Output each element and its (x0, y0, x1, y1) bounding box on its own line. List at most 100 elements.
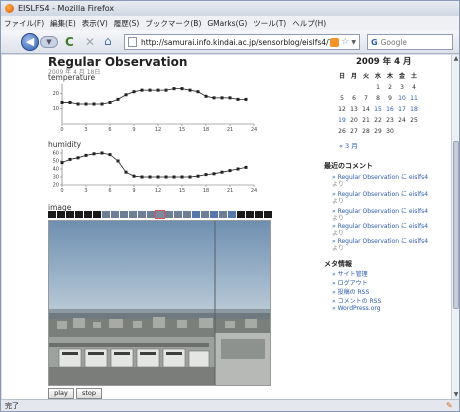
x-tick-label: 24 (251, 127, 257, 132)
comment-text[interactable]: Regular Observation に eislfs4 (338, 191, 428, 198)
meta-link-comments-rss[interactable]: » コメントの RSS (332, 296, 381, 305)
calendar-day: 8 (376, 95, 380, 102)
thumbnail[interactable] (111, 211, 119, 218)
vertical-scrollbar[interactable]: ▲ ▼ (451, 55, 459, 399)
menu-gmarks[interactable]: GMarks(G) (207, 19, 247, 28)
thumbnail[interactable] (66, 211, 74, 218)
calendar-day-link[interactable]: 19 (336, 115, 348, 126)
bookmark-star-icon[interactable]: ☆ (341, 37, 349, 47)
thumbnail[interactable] (147, 211, 155, 218)
calendar-week: 12 13 14 15 16 17 18 (336, 104, 422, 115)
x-tick-label: 18 (203, 188, 209, 193)
menu-bar: ファイル(F) 編集(E) 表示(V) 履歴(S) ブックマーク(B) GMar… (1, 16, 459, 30)
thumbnail[interactable] (174, 211, 182, 218)
menu-file[interactable]: ファイル(F) (4, 18, 44, 29)
calendar-day-link[interactable]: 15 (372, 104, 384, 115)
meta-link-text[interactable]: WordPress.org (338, 305, 381, 312)
url-bar[interactable]: http://samurai.info.kindai.ac.jp/sensorb… (124, 34, 360, 50)
meta-link-wordpress[interactable]: » WordPress.org (332, 305, 381, 312)
thumbnail[interactable] (84, 211, 92, 218)
data-point (212, 172, 216, 176)
url-dropdown-icon[interactable]: ▼ (351, 39, 356, 46)
thumbnail[interactable] (237, 211, 245, 218)
search-box[interactable]: G ⌕ (367, 34, 460, 50)
calendar-day-link[interactable]: 16 (384, 104, 396, 115)
play-button[interactable]: play (48, 388, 74, 399)
comment-text[interactable]: Regular Observation に eislfs4 (338, 174, 428, 181)
stop-icon[interactable]: ✕ (85, 35, 95, 49)
thumbnail[interactable] (246, 211, 254, 218)
thumbnail[interactable] (102, 211, 110, 218)
menu-history[interactable]: 履歴(S) (114, 18, 140, 29)
recent-comment-link[interactable]: » Regular Observation に eislfs4 (332, 236, 428, 245)
menu-bookmarks[interactable]: ブックマーク(B) (145, 18, 201, 29)
google-icon[interactable]: G (371, 38, 378, 47)
menu-tools[interactable]: ツール(T) (253, 18, 286, 29)
forward-button[interactable]: ▼ (40, 36, 58, 48)
thumbnail[interactable] (138, 211, 146, 218)
scroll-thumb[interactable] (453, 141, 459, 309)
thumbnail[interactable] (219, 211, 227, 218)
scroll-down-icon[interactable]: ▼ (452, 391, 460, 399)
rss-icon[interactable] (330, 37, 340, 47)
thumbnail[interactable] (57, 211, 65, 218)
home-icon[interactable]: ⌂ (104, 34, 112, 48)
meta-link-text[interactable]: サイト管理 (338, 271, 368, 278)
thumbnail[interactable] (165, 211, 173, 218)
comment-text[interactable]: Regular Observation に eislfs4 (338, 208, 428, 215)
data-point (148, 175, 152, 179)
meta-link-text[interactable]: コメントの RSS (338, 298, 382, 305)
calendar-day: 28 (362, 128, 370, 135)
thumbnail[interactable] (228, 211, 236, 218)
meta-link-logout[interactable]: » ログアウト (332, 278, 368, 287)
thumbnail[interactable] (255, 211, 263, 218)
data-point (132, 90, 136, 94)
thumbnail[interactable] (192, 211, 200, 218)
thumbnail[interactable] (93, 211, 101, 218)
menu-help[interactable]: ヘルプ(H) (292, 18, 326, 29)
calendar-day: 29 (374, 128, 382, 135)
y-tick-label: 10 (53, 106, 59, 112)
x-tick-label: 15 (179, 127, 185, 132)
calendar-day-link[interactable]: 18 (408, 104, 420, 115)
thumbnail[interactable] (129, 211, 137, 218)
recent-comment-link[interactable]: » Regular Observation に eislfs4 (332, 206, 428, 215)
search-input[interactable] (380, 37, 460, 47)
thumbnail[interactable] (201, 211, 209, 218)
menu-view[interactable]: 表示(V) (82, 18, 108, 29)
comment-text[interactable]: Regular Observation に eislfs4 (338, 223, 428, 230)
thumbnail[interactable] (48, 211, 56, 218)
calendar-day-link[interactable]: 17 (396, 104, 408, 115)
thumbnail[interactable] (210, 211, 218, 218)
meta-link-text[interactable]: 投稿の RSS (338, 289, 370, 296)
calendar-day-link[interactable]: 11 (408, 93, 420, 104)
calendar-day-link[interactable]: 10 (396, 93, 408, 104)
thumbnail[interactable] (75, 211, 83, 218)
thumbnail[interactable] (264, 211, 272, 218)
meta-link-text[interactable]: ログアウト (338, 280, 368, 287)
thumbnail[interactable] (183, 211, 191, 218)
data-point (140, 175, 144, 179)
scroll-up-icon[interactable]: ▲ (452, 55, 460, 63)
calendar-day: 27 (350, 128, 358, 135)
url-text[interactable]: http://samurai.info.kindai.ac.jp/sensorb… (141, 38, 330, 47)
comment-text[interactable]: Regular Observation に eislfs4 (338, 238, 428, 245)
thumbnail-selected[interactable] (155, 210, 165, 219)
recent-comment-link[interactable]: » Regular Observation に eislfs4 (332, 221, 428, 230)
back-button[interactable]: ◀ (21, 33, 39, 51)
stop-button[interactable]: stop (76, 388, 102, 399)
thumbnail[interactable] (120, 211, 128, 218)
calendar-prev-month-link[interactable]: « 3 月 (339, 140, 358, 150)
calendar-day: 12 (338, 106, 346, 113)
data-point (188, 175, 192, 179)
menu-edit[interactable]: 編集(E) (50, 18, 76, 29)
city-view-image (49, 221, 270, 385)
reload-icon[interactable]: C (65, 35, 74, 49)
image-thumbnail-strip (48, 210, 272, 219)
recent-comment-link[interactable]: » Regular Observation に eislfs4 (332, 172, 428, 181)
recent-comment-link[interactable]: » Regular Observation に eislfs4 (332, 189, 428, 198)
meta-link-posts-rss[interactable]: » 投稿の RSS (332, 287, 369, 296)
meta-heading: メタ情報 (324, 260, 352, 268)
meta-link-admin[interactable]: » サイト管理 (332, 269, 368, 278)
data-point (84, 102, 88, 106)
